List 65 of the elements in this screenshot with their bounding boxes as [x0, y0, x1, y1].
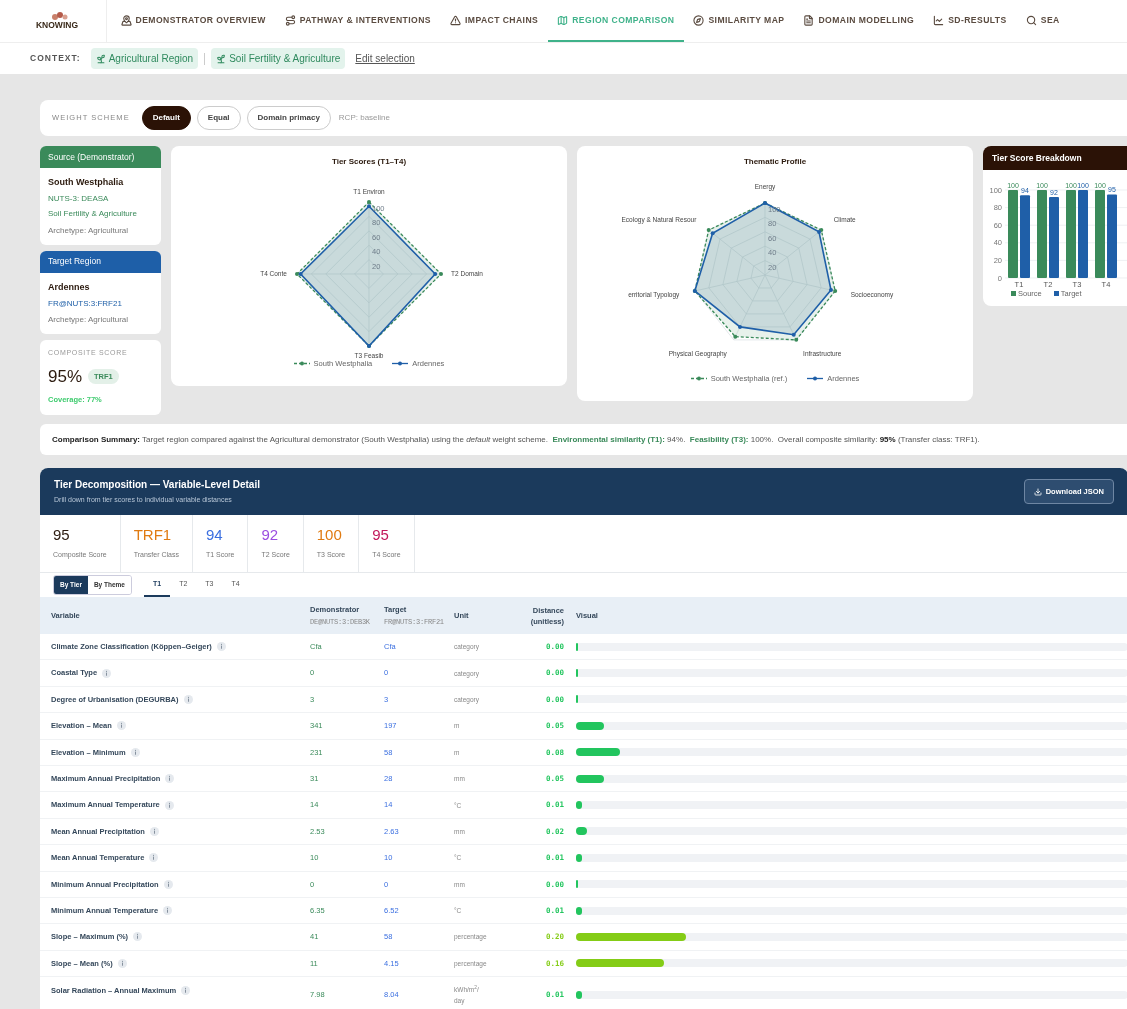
comparison-summary: Comparison Summary: Target region compared against the Agricultural demonstrator (South Westphalia) using the default weight scheme. Environmental similarity (T1): 94%. Feasibility (T3): 100%. Overall composite similarity: 95% (Transfer class: TRF1).	[52, 433, 980, 446]
legend-swatch-icon	[1011, 291, 1016, 297]
sprout-icon	[95, 53, 106, 64]
search-icon	[1025, 14, 1037, 26]
info-icon[interactable]	[216, 642, 226, 652]
map-pin-icon	[120, 14, 132, 26]
nav-tab[interactable]: SD-RESULTS	[923, 0, 1017, 42]
stat-value: 95	[53, 526, 71, 545]
info-icon[interactable]	[181, 986, 191, 996]
compass-icon	[693, 14, 705, 26]
stat-value: 94	[205, 526, 224, 545]
info-icon[interactable]	[130, 747, 140, 757]
route-icon	[284, 14, 296, 26]
logo-icon	[51, 12, 69, 20]
domain-text: Soil Fertility & Agriculture	[48, 207, 138, 220]
nav-tab[interactable]: IMPACT CHAINS	[440, 0, 548, 42]
line-chart-icon	[933, 14, 945, 26]
stat-value: 92	[261, 526, 280, 545]
context-label: CONTEXT:	[30, 52, 81, 65]
download-icon	[1033, 487, 1042, 496]
info-icon[interactable]	[102, 668, 112, 678]
region-code: NUTS-3: DEASA	[48, 192, 110, 205]
document-icon	[803, 14, 815, 26]
card-header: Tier Score Breakdown	[983, 146, 1127, 170]
info-icon[interactable]	[116, 721, 126, 731]
source-header: Source (Demonstrator)	[40, 146, 161, 168]
archetype-text: Archetype: Agricultural	[48, 314, 130, 326]
scheme-option[interactable]: Domain primacy	[246, 106, 331, 130]
region-name: South Westphalia	[48, 176, 125, 189]
region-code: FR@NUTS:3:FRF21	[48, 298, 123, 310]
nav-tab[interactable]: SIMILARITY MAP	[683, 0, 794, 42]
composite-value: 95%	[48, 365, 83, 388]
legend-swatch-icon	[1053, 291, 1059, 297]
info-icon[interactable]	[149, 853, 159, 863]
info-icon[interactable]	[133, 932, 143, 942]
context-chip[interactable]: Soil Fertility & Agriculture	[211, 48, 346, 69]
sprout-icon	[216, 53, 227, 64]
info-icon[interactable]	[164, 800, 174, 810]
rcp-label: RCP: baseline	[338, 112, 390, 124]
edit-selection-link[interactable]: Edit selection	[355, 51, 415, 66]
target-header: Target Region	[40, 250, 161, 273]
nav-tab[interactable]: PATHWAY & INTERVENTIONS	[275, 0, 441, 42]
nav-tab[interactable]: DEMONSTRATOR OVERVIEW	[111, 0, 276, 42]
scheme-option[interactable]: Default	[141, 106, 191, 130]
chart-title: Thematic Profile	[743, 156, 807, 168]
stat-value: 100	[316, 526, 343, 545]
logo-text[interactable]: KNOWING	[36, 20, 78, 30]
context-chip[interactable]: Agricultural Region	[90, 48, 199, 69]
warning-icon	[450, 14, 461, 26]
map-icon	[557, 14, 569, 26]
info-icon[interactable]	[183, 694, 193, 704]
stat-value: TRF1	[133, 526, 173, 545]
scheme-option[interactable]: Equal	[196, 106, 241, 130]
info-icon[interactable]	[165, 774, 175, 784]
chart-title: Tier Scores (T1–T4)	[331, 156, 407, 168]
info-icon[interactable]	[149, 826, 159, 836]
region-name: Ardennes	[48, 280, 91, 294]
nav-tab[interactable]: DOMAIN MODELLING	[793, 0, 924, 42]
archetype-text: Archetype: Agricultural	[48, 224, 130, 237]
stat-value: 95	[372, 526, 390, 545]
nav-tab[interactable]: SEA	[1016, 0, 1070, 42]
info-icon[interactable]	[163, 906, 173, 916]
info-icon[interactable]	[163, 879, 173, 889]
section-title: Tier Decomposition — Variable-Level Detail	[54, 478, 260, 493]
info-icon[interactable]	[117, 958, 127, 968]
